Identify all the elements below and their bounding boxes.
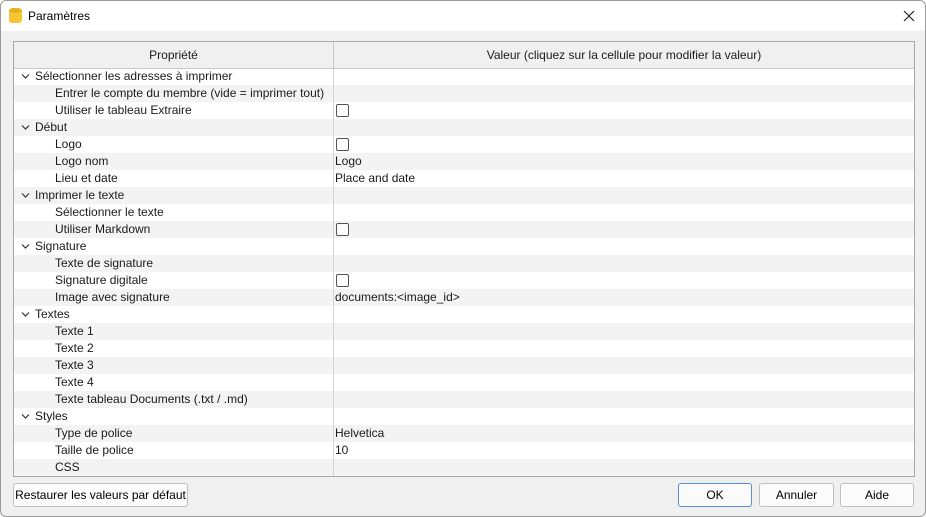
property-row[interactable]: Signature digitale	[14, 272, 914, 289]
property-row[interactable]: Utiliser Markdown	[14, 221, 914, 238]
restore-defaults-button[interactable]: Restaurer les valeurs par défaut	[13, 483, 188, 507]
property-label: Logo	[55, 137, 82, 151]
property-label: Sélectionner le texte	[55, 205, 164, 219]
property-label: Lieu et date	[55, 171, 118, 185]
help-button[interactable]: Aide	[840, 483, 914, 507]
value-cell[interactable]: Logo	[335, 153, 362, 170]
property-label: Utiliser le tableau Extraire	[55, 103, 192, 117]
value-checkbox[interactable]	[336, 138, 349, 151]
group-row[interactable]: Début	[14, 119, 914, 136]
property-label: Entrer le compte du membre (vide = impri…	[55, 86, 325, 100]
group-row[interactable]: Styles	[14, 408, 914, 425]
group-row[interactable]: Imprimer le texte	[14, 187, 914, 204]
property-row[interactable]: Entrer le compte du membre (vide = impri…	[14, 85, 914, 102]
database-icon	[9, 8, 22, 24]
property-label: Signature digitale	[55, 273, 148, 287]
property-row[interactable]: Logo nom Logo	[14, 153, 914, 170]
chevron-down-icon[interactable]	[21, 310, 30, 319]
property-row[interactable]: Texte 2	[14, 340, 914, 357]
table-rows: Sélectionner les adresses à imprimer Entr…	[14, 68, 914, 476]
property-row[interactable]: CSS	[14, 459, 914, 476]
group-row[interactable]: Textes	[14, 306, 914, 323]
property-row[interactable]: Logo	[14, 136, 914, 153]
property-row[interactable]: Texte de signature	[14, 255, 914, 272]
group-row[interactable]: Sélectionner les adresses à imprimer	[14, 68, 914, 85]
value-cell[interactable]: Helvetica	[335, 425, 384, 442]
property-label: CSS	[55, 460, 80, 474]
chevron-down-icon[interactable]	[21, 412, 30, 421]
property-label: Styles	[35, 409, 68, 423]
property-row[interactable]: Sélectionner le texte	[14, 204, 914, 221]
property-label: Utiliser Markdown	[55, 222, 151, 236]
property-label: Texte 1	[55, 324, 94, 338]
property-row[interactable]: Image avec signature documents:<image_id>	[14, 289, 914, 306]
property-label: Textes	[35, 307, 70, 321]
value-checkbox[interactable]	[336, 274, 349, 287]
property-label: Signature	[35, 239, 87, 253]
header-value[interactable]: Valeur (cliquez sur la cellule pour modi…	[334, 42, 914, 68]
property-row[interactable]: Taille de police 10	[14, 442, 914, 459]
property-row[interactable]: Type de police Helvetica	[14, 425, 914, 442]
value-checkbox[interactable]	[336, 104, 349, 117]
property-table: Propriété Valeur (cliquez sur la cellule…	[13, 41, 915, 477]
title-bar: Paramètres	[1, 1, 925, 31]
property-label: Début	[35, 120, 68, 134]
chevron-down-icon[interactable]	[21, 72, 30, 81]
property-row[interactable]: Utiliser le tableau Extraire	[14, 102, 914, 119]
table-header: Propriété Valeur (cliquez sur la cellule…	[14, 42, 914, 69]
property-label: Image avec signature	[55, 290, 170, 304]
property-label: Sélectionner les adresses à imprimer	[35, 69, 233, 83]
ok-button[interactable]: OK	[678, 483, 752, 507]
close-icon[interactable]	[899, 6, 919, 26]
property-label: Texte 4	[55, 375, 94, 389]
header-property[interactable]: Propriété	[14, 42, 333, 68]
value-cell[interactable]: 10	[335, 442, 348, 459]
value-cell[interactable]: Place and date	[335, 170, 415, 187]
property-label: Texte 2	[55, 341, 94, 355]
property-row[interactable]: Texte tableau Documents (.txt / .md)	[14, 391, 914, 408]
chevron-down-icon[interactable]	[21, 123, 30, 132]
value-checkbox[interactable]	[336, 223, 349, 236]
group-row[interactable]: Signature	[14, 238, 914, 255]
settings-dialog: Paramètres Propriété Valeur (cliquez sur…	[0, 0, 926, 517]
property-label: Texte 3	[55, 358, 94, 372]
value-cell[interactable]: documents:<image_id>	[335, 289, 460, 306]
property-label: Type de police	[55, 426, 133, 440]
window-title: Paramètres	[28, 9, 91, 23]
property-label: Imprimer le texte	[35, 188, 125, 202]
column-divider	[333, 68, 334, 476]
property-label: Texte de signature	[55, 256, 154, 270]
property-row[interactable]: Texte 4	[14, 374, 914, 391]
property-row[interactable]: Lieu et date Place and date	[14, 170, 914, 187]
chevron-down-icon[interactable]	[21, 191, 30, 200]
property-row[interactable]: Texte 3	[14, 357, 914, 374]
chevron-down-icon[interactable]	[21, 242, 30, 251]
property-row[interactable]: Texte 1	[14, 323, 914, 340]
property-label: Texte tableau Documents (.txt / .md)	[55, 392, 248, 406]
property-label: Taille de police	[55, 443, 134, 457]
cancel-button[interactable]: Annuler	[759, 483, 834, 507]
property-label: Logo nom	[55, 154, 109, 168]
